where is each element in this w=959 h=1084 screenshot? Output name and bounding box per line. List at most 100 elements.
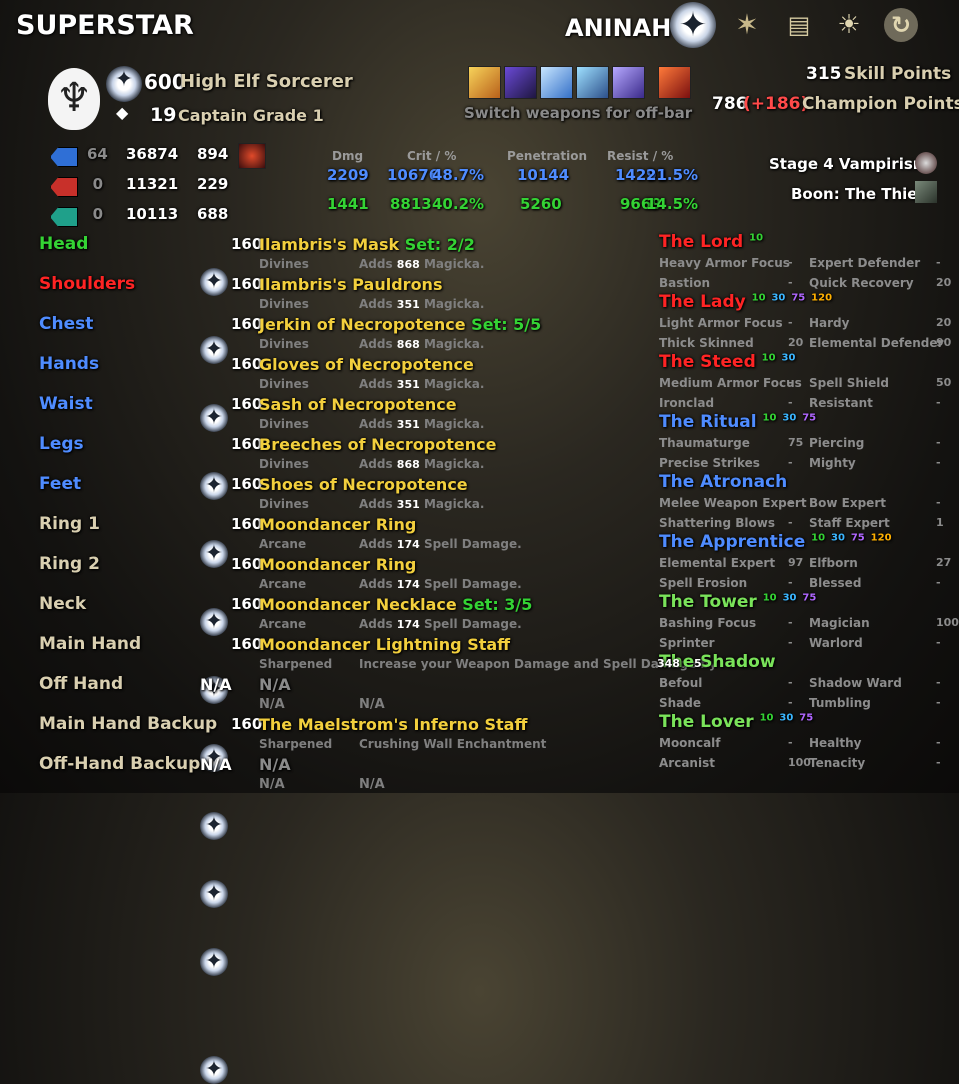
thief-mundus-icon (915, 181, 937, 203)
tier-marker: 30 (781, 352, 796, 364)
gear-trait: Arcane (259, 537, 307, 551)
overlap-value-a: 348 (657, 657, 680, 670)
cp-star-value: - (936, 456, 941, 469)
gear-slot-label: Feet (39, 474, 82, 494)
champion-rank-icon (200, 1056, 228, 1084)
gear-item-name[interactable]: Moondancer Necklace Set: 3/5 (259, 595, 532, 614)
tier-marker: 120 (811, 292, 833, 304)
tier-marker: 10 (761, 352, 776, 364)
gear-item-name[interactable]: The Maelstrom's Inferno Staff (259, 715, 527, 734)
stat-header-crit: Crit / % (407, 149, 457, 163)
gear-enchant-amount: 174 (396, 538, 420, 551)
cp-star-name: Elemental Defender (809, 336, 944, 350)
health-max: 11321 (126, 175, 179, 193)
star-compass-icon[interactable]: ✶ (730, 8, 764, 42)
tier-marker: 10 (762, 592, 777, 604)
gear-enchant: Adds 174 Spell Damage. (359, 577, 522, 591)
gear-enchant-amount: 868 (396, 338, 420, 351)
cp-star-value: 75 (788, 436, 804, 449)
cp-star-value: - (788, 576, 793, 589)
ultimate-slot-fire-icon[interactable] (658, 66, 691, 99)
tier-marker: 30 (830, 532, 845, 544)
gear-cp-level: 160 (231, 555, 263, 573)
health-recovery: 229 (197, 175, 229, 193)
cp-star-name: Bastion (659, 276, 711, 290)
gear-slot-label: Waist (39, 394, 93, 414)
champion-rank-icon (200, 608, 228, 636)
gear-enchant: N/A (359, 777, 385, 792)
gear-item-name[interactable]: Shoes of Necropotence (259, 475, 468, 494)
tier-marker: 75 (802, 592, 817, 604)
gear-cp-level: 160 (231, 275, 263, 293)
gear-item-name[interactable]: Breeches of Necropotence (259, 435, 496, 454)
cp-star-name: Healthy (809, 736, 862, 750)
skill-slot-rune-icon[interactable] (576, 66, 609, 99)
gear-trait: Sharpened (259, 657, 333, 671)
swirl-icon[interactable]: ↻ (884, 8, 918, 42)
cp-star-value: - (788, 456, 793, 469)
weapon-crit-percent: 40.2% (432, 195, 485, 213)
champion-points-label: Champion Points (802, 94, 959, 114)
gear-cp-level: 160 (231, 355, 263, 373)
cp-star-name: Melee Weapon Expert (659, 496, 807, 510)
scroll-icon[interactable]: ▤ (782, 8, 816, 42)
champion-rank-icon (200, 948, 228, 976)
gear-item-name[interactable]: Jerkin of Necropotence Set: 5/5 (259, 315, 541, 334)
gear-item-name[interactable]: Moondancer Lightning Staff (259, 635, 510, 654)
gear-enchant-amount: 868 (396, 258, 420, 271)
gear-cp-level: N/A (200, 675, 232, 694)
cp-star-value: - (788, 516, 793, 529)
skill-slot-bolt-icon[interactable] (540, 66, 573, 99)
gear-enchant: Adds 868 Magicka. (359, 457, 485, 471)
gear-enchant: N/A (359, 697, 385, 712)
cp-star-name: Thick Skinned (659, 336, 754, 350)
cp-star-name: Heavy Armor Focus (659, 256, 790, 270)
cp-star-name: Warlord (809, 636, 863, 650)
gear-slot-label: Head (39, 234, 89, 254)
tier-marker: 75 (802, 412, 817, 424)
rank-title: Captain Grade 1 (178, 106, 324, 125)
cp-star-value: - (788, 736, 793, 749)
constellation-title: The Lord 10 (659, 232, 764, 252)
health-points: 0 (92, 175, 103, 193)
gear-item-name[interactable]: Moondancer Ring (259, 515, 416, 534)
cp-star-name: Tumbling (809, 696, 871, 710)
gear-item-name[interactable]: N/A (259, 755, 291, 774)
gear-row[interactable]: Hands160Gloves of NecropotenceDivinesAdd… (0, 120, 959, 500)
gear-enchant: Adds 351 Magicka. (359, 377, 485, 391)
gear-trait: Divines (259, 337, 309, 351)
gear-slot-label: Hands (39, 354, 100, 374)
stamina-max: 10113 (126, 205, 179, 223)
gear-item-name[interactable]: N/A (259, 675, 291, 694)
gear-enchant-amount: 174 (396, 578, 420, 591)
cp-star-value: - (936, 636, 941, 649)
cp-star-value: - (936, 256, 941, 269)
skill-slot-lightning-icon[interactable] (468, 66, 501, 99)
cp-star-value: - (788, 496, 793, 509)
cp-star-value: 1 (936, 516, 944, 529)
gear-cp-level: 160 (231, 595, 263, 613)
gear-item-name[interactable]: Ilambris's Pauldrons (259, 275, 442, 294)
gear-item-name[interactable]: Gloves of Necropotence (259, 355, 474, 374)
compass-rose-icon[interactable]: ✦ (670, 2, 716, 48)
player-name: SUPERSTAR (16, 10, 194, 41)
champion-rank-icon (200, 812, 228, 840)
cp-star-name: Hardy (809, 316, 850, 330)
gear-item-name[interactable]: Sash of Necropotence (259, 395, 457, 414)
cp-star-name: Blessed (809, 576, 862, 590)
skill-slot-orb-icon[interactable] (612, 66, 645, 99)
cp-star-name: Precise Strikes (659, 456, 760, 470)
gear-cp-level: 160 (231, 515, 263, 533)
tier-marker: 10 (811, 532, 826, 544)
gear-trait: N/A (259, 777, 285, 792)
gear-item-name[interactable]: Moondancer Ring (259, 555, 416, 574)
sun-icon[interactable]: ☀ (832, 8, 866, 42)
gear-enchant: Adds 351 Magicka. (359, 497, 485, 511)
cp-star-name: Mighty (809, 456, 856, 470)
cp-star-name: Piercing (809, 436, 865, 450)
cp-star-value: - (936, 576, 941, 589)
gear-trait: Divines (259, 417, 309, 431)
tier-marker: 75 (791, 292, 806, 304)
gear-item-name[interactable]: Ilambris's Mask Set: 2/2 (259, 235, 475, 254)
skill-slot-storm-icon[interactable] (504, 66, 537, 99)
